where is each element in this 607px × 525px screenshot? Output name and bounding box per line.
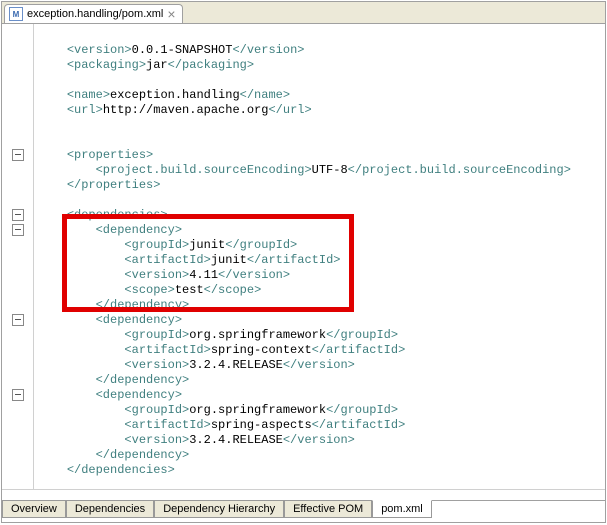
editor-area: <version>0.0.1-SNAPSHOT</version> <packa…: [2, 24, 605, 489]
fold-minus-icon[interactable]: [12, 314, 24, 326]
bottom-tab-overview[interactable]: Overview: [2, 500, 66, 518]
editor-tab-pom[interactable]: M exception.handling/pom.xml ×: [4, 4, 183, 23]
editor-tab-label: exception.handling/pom.xml: [27, 8, 163, 20]
bottom-tab-bar: OverviewDependenciesDependency Hierarchy…: [2, 500, 605, 522]
bottom-tab-dependencies[interactable]: Dependencies: [66, 500, 154, 518]
editor-window: M exception.handling/pom.xml ×: [1, 1, 606, 523]
bottom-tab-effective-pom[interactable]: Effective POM: [284, 500, 372, 518]
fold-minus-icon[interactable]: [12, 389, 24, 401]
top-tab-bar: M exception.handling/pom.xml ×: [2, 2, 605, 24]
maven-file-icon: M: [9, 7, 23, 21]
close-icon[interactable]: ×: [167, 7, 175, 21]
folding-gutter[interactable]: [2, 24, 34, 489]
code-editor[interactable]: <version>0.0.1-SNAPSHOT</version> <packa…: [34, 24, 605, 489]
fold-minus-icon[interactable]: [12, 209, 24, 221]
horizontal-ruler: [2, 489, 605, 500]
bottom-tab-dependency-hierarchy[interactable]: Dependency Hierarchy: [154, 500, 284, 518]
bottom-tab-pom.xml[interactable]: pom.xml: [372, 500, 432, 518]
fold-minus-icon[interactable]: [12, 149, 24, 161]
fold-minus-icon[interactable]: [12, 224, 24, 236]
